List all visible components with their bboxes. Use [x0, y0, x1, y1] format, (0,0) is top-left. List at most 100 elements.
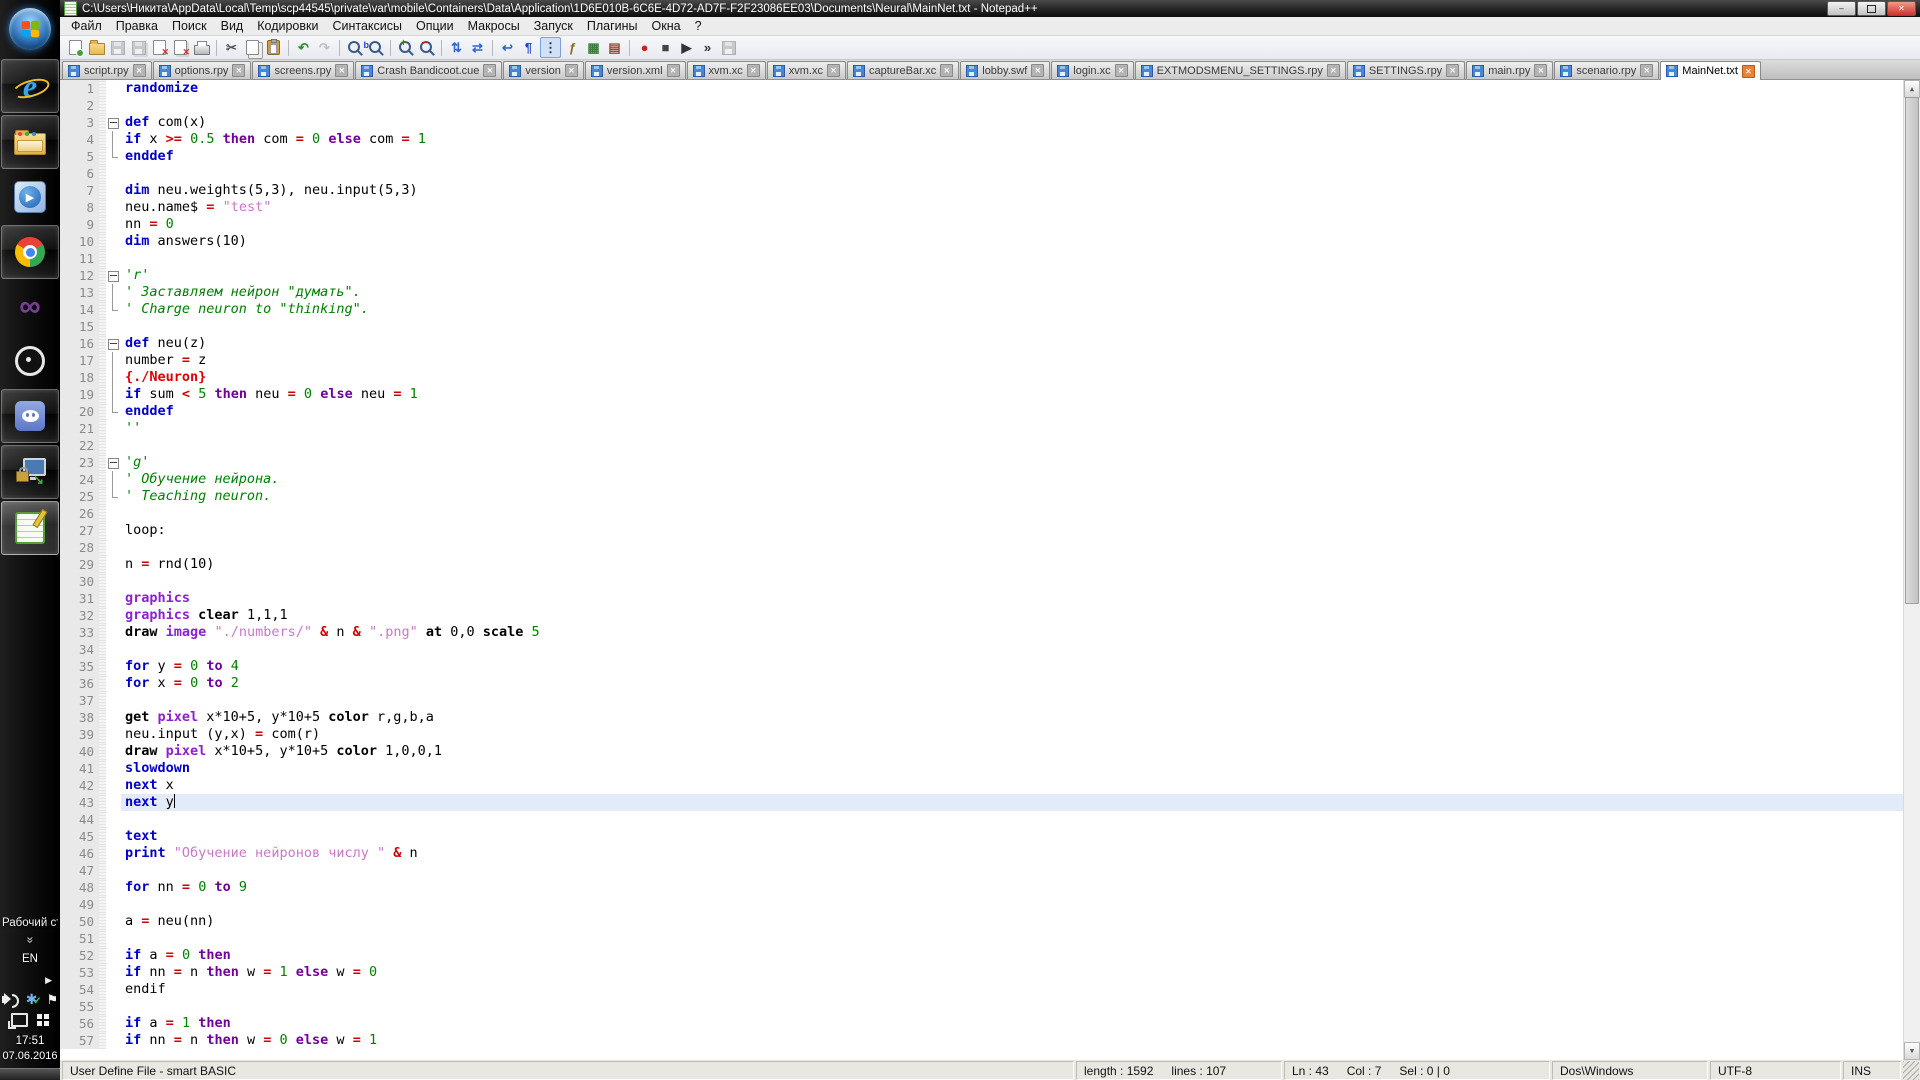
tab-version[interactable]: version✕ [503, 61, 583, 79]
show-desktop-button[interactable] [0, 1068, 60, 1080]
bookmark-margin[interactable] [99, 267, 106, 284]
network-icon[interactable] [11, 1013, 28, 1027]
bookmark-margin[interactable] [99, 726, 106, 743]
bookmark-margin[interactable] [99, 947, 106, 964]
replace-icon[interactable] [366, 38, 385, 57]
scrollbar-thumb[interactable] [1905, 97, 1919, 604]
bookmark-margin[interactable] [99, 896, 106, 913]
bookmark-margin[interactable] [99, 420, 106, 437]
tab-close-icon[interactable]: ✕ [1115, 64, 1128, 77]
bookmark-margin[interactable] [99, 437, 106, 454]
menu-item[interactable]: Опции [409, 17, 461, 35]
menu-item[interactable]: Файл [64, 17, 109, 35]
bookmark-margin[interactable] [99, 998, 106, 1015]
scroll-down-arrow[interactable]: ▼ [1904, 1042, 1920, 1060]
tab-close-icon[interactable]: ✕ [565, 64, 578, 77]
tab-close-icon[interactable]: ✕ [133, 64, 146, 77]
bookmark-margin[interactable] [99, 522, 106, 539]
vertical-scrollbar[interactable]: ▲ ▼ [1903, 80, 1920, 1060]
volume-icon[interactable] [2, 996, 7, 1003]
sync-horizontal-scroll-icon[interactable]: ⇄ [468, 38, 487, 57]
save-recorded-macro-icon[interactable] [719, 38, 738, 57]
clock-date[interactable]: 07.06.2016 [2, 1049, 57, 1064]
menu-item[interactable]: Поиск [165, 17, 214, 35]
bookmark-margin[interactable] [99, 556, 106, 573]
tab-close-icon[interactable]: ✕ [483, 64, 496, 77]
bookmark-margin[interactable] [99, 743, 106, 760]
show-indent-guide-icon[interactable]: ⋮ [540, 37, 561, 58]
bookmark-margin[interactable] [99, 505, 106, 522]
save-icon[interactable] [108, 38, 127, 57]
new-document-icon[interactable] [66, 38, 85, 57]
menu-item[interactable]: Запуск [527, 17, 580, 35]
open-folder-icon[interactable] [87, 38, 106, 57]
tab-close-icon[interactable]: ✕ [747, 64, 760, 77]
play-macro-icon[interactable]: ▶ [677, 38, 696, 57]
menu-item[interactable]: Плагины [580, 17, 645, 35]
bookmark-margin[interactable] [99, 879, 106, 896]
minimize-button[interactable]: – [1827, 1, 1856, 16]
record-macro-icon[interactable]: ● [635, 38, 654, 57]
bookmark-margin[interactable] [99, 114, 106, 131]
tab-close-icon[interactable]: ✕ [1640, 64, 1653, 77]
taskbar-item-explorer[interactable] [1, 115, 59, 169]
bookmark-margin[interactable] [99, 607, 106, 624]
bookmark-margin[interactable] [99, 301, 106, 318]
bookmark-margin[interactable] [99, 590, 106, 607]
bookmark-margin[interactable] [99, 862, 106, 879]
document-switcher-icon[interactable]: ▤ [605, 38, 624, 57]
tab-screens.rpy[interactable]: screens.rpy✕ [252, 61, 354, 79]
bookmark-margin[interactable] [99, 80, 106, 97]
fold-margin[interactable] [106, 114, 121, 131]
tab-captureBar.xc[interactable]: captureBar.xc✕ [847, 61, 959, 79]
bookmark-margin[interactable] [99, 335, 106, 352]
print-icon[interactable] [192, 38, 211, 57]
bookmark-margin[interactable] [99, 641, 106, 658]
fold-margin[interactable] [106, 454, 121, 471]
bookmark-margin[interactable] [99, 386, 106, 403]
document-map-icon[interactable]: ▦ [584, 38, 603, 57]
taskbar-item-chrome[interactable] [1, 225, 59, 279]
fold-margin[interactable] [106, 267, 121, 284]
bookmark-margin[interactable] [99, 403, 106, 420]
bookmark-margin[interactable] [99, 930, 106, 947]
bookmark-margin[interactable] [99, 573, 106, 590]
bookmark-margin[interactable] [99, 165, 106, 182]
bookmark-margin[interactable] [99, 199, 106, 216]
bookmark-margin[interactable] [99, 131, 106, 148]
maximize-button[interactable] [1857, 1, 1886, 16]
taskbar-item-notepad-plus-plus[interactable] [1, 501, 59, 555]
fold-margin[interactable] [106, 335, 121, 352]
bookmark-margin[interactable] [99, 148, 106, 165]
bookmark-margin[interactable] [99, 318, 106, 335]
paste-icon[interactable] [264, 38, 283, 57]
show-all-characters-icon[interactable]: ¶ [519, 38, 538, 57]
taskbar-item-discord[interactable] [1, 389, 59, 443]
taskbar-item-steelseries[interactable] [2, 335, 58, 387]
bookmark-margin[interactable] [99, 828, 106, 845]
bookmark-margin[interactable] [99, 658, 106, 675]
scroll-up-arrow[interactable]: ▲ [1904, 80, 1920, 98]
cut-icon[interactable]: ✂ [222, 38, 241, 57]
code-editor[interactable]: 1randomize23def com(x)4if x >= 0.5 then … [60, 80, 1920, 1060]
tab-close-icon[interactable]: ✕ [232, 64, 245, 77]
menu-item[interactable]: Правка [109, 17, 165, 35]
redo-icon[interactable]: ↷ [315, 38, 334, 57]
zoom-out-icon[interactable] [417, 38, 436, 57]
tab-version.xml[interactable]: version.xml✕ [585, 61, 686, 79]
tab-options.rpy[interactable]: options.rpy✕ [153, 61, 252, 79]
desktop-toolbar-label[interactable]: Рабочий стол [2, 917, 58, 929]
bookmark-margin[interactable] [99, 845, 106, 862]
tab-close-icon[interactable]: ✕ [1534, 64, 1547, 77]
tab-lobby.swf[interactable]: lobby.swf✕ [960, 61, 1050, 79]
show-hidden-icons-arrow[interactable]: ▶ [45, 975, 52, 986]
close-all-documents-icon[interactable] [171, 38, 190, 57]
titlebar[interactable]: C:\Users\Никита\AppData\Local\Temp\scp44… [60, 0, 1920, 17]
tab-main.rpy[interactable]: main.rpy✕ [1466, 61, 1553, 79]
bookmark-margin[interactable] [99, 964, 106, 981]
bookmark-margin[interactable] [99, 539, 106, 556]
bookmark-margin[interactable] [99, 454, 106, 471]
tab-close-icon[interactable]: ✕ [940, 64, 953, 77]
bookmark-margin[interactable] [99, 624, 106, 641]
tab-close-icon[interactable]: ✕ [1742, 65, 1755, 78]
